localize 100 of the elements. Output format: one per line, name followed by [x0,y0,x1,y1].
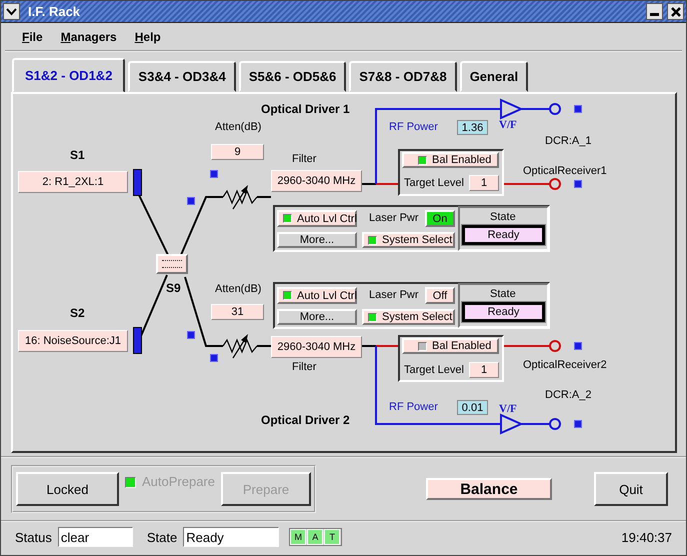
rf-power-value: 0.01 [457,400,488,415]
wire [503,183,550,185]
state-field[interactable]: Ready [183,527,280,547]
state-value: Ready [462,225,545,245]
tab[interactable]: S7&8 - OD7&8 [349,61,457,92]
switch-field[interactable]: 16: NoiseSource:J1 [18,330,128,352]
window-title: I.F. Rack [28,4,82,19]
switch-label: S2 [70,306,85,320]
tab[interactable]: General [460,61,528,92]
wire [521,108,550,110]
switch-bar[interactable] [133,327,142,354]
filter-field[interactable]: 2960-3040 MHz [271,336,362,358]
close-icon [670,6,680,16]
atten-field[interactable]: 9 [211,144,264,160]
quit-button[interactable]: Quit [594,472,668,506]
receiver-label: OpticalReceiver2 [523,358,607,372]
auto-level-toggle[interactable]: Auto Lvl Ctrl [277,287,357,304]
status-indicator-icon [210,170,218,178]
wire [257,196,271,198]
state-label: State [490,287,516,301]
chevron-icon [6,8,17,16]
status-indicator-icon [187,197,195,205]
tab[interactable]: S3&4 - OD3&4 [128,61,236,92]
bal-enabled-toggle[interactable]: Bal Enabled [402,152,499,168]
target-level-field[interactable]: 1 [469,175,499,191]
rf-power-label: RF Power [389,400,438,414]
atten-label: Atten(dB) [215,120,262,134]
status-indicator-icon [574,105,582,113]
laser-power-label: Laser Pwr [369,288,419,302]
mode-indicator: T [324,529,340,545]
atten-field[interactable]: 31 [211,304,264,320]
amplifier-icon [500,98,524,120]
menu-item[interactable]: Help [134,30,161,44]
tab[interactable]: S1&2 - OD1&2 [12,58,126,93]
connector-icon [549,178,561,190]
vf-label: V/F [499,402,517,416]
mode-indicator: M [290,529,306,545]
minimize-button[interactable] [646,3,663,20]
status-indicator-icon [210,354,218,362]
tab[interactable]: S5&6 - OD5&6 [238,61,346,92]
more-button[interactable]: More... [277,232,357,248]
auto-level-toggle[interactable]: Auto Lvl Ctrl [277,210,357,227]
connector-icon [549,103,561,115]
vf-label: V/F [499,118,517,132]
switch-field[interactable]: 2: R1_2XL:1 [18,171,128,193]
variable-resistor-icon [222,185,258,210]
checkbox[interactable] [283,214,292,223]
combiner-switch-button[interactable] [156,254,188,274]
target-level-label: Target Level [404,176,464,190]
wire [257,345,271,347]
filter-label: Filter [292,152,316,166]
checkbox[interactable] [368,236,377,244]
status-indicator-icon [187,331,195,339]
state-label: State [146,530,178,544]
wire [521,423,550,425]
filter-label: Filter [292,360,316,374]
laser-power-toggle[interactable]: Off [425,287,455,304]
state-value: Ready [462,302,545,322]
checkbox[interactable] [418,342,427,350]
target-level-field[interactable]: 1 [469,362,499,378]
checkbox[interactable] [418,156,427,164]
status-label: Status [15,530,52,544]
more-button[interactable]: More... [277,309,357,325]
variable-resistor-icon [222,334,258,358]
amplifier-icon [500,413,524,435]
system-select-toggle[interactable]: System Select [362,309,455,325]
balance-button[interactable]: Balance [426,478,552,500]
receiver-label: OpticalReceiver1 [523,164,607,178]
status-indicator-icon [574,420,582,428]
checkbox[interactable] [368,312,377,322]
mode-indicator: A [307,529,324,545]
dcr-label: DCR:A_1 [545,134,592,148]
wire [503,345,550,347]
window-menu-button[interactable] [3,3,20,20]
dcr-label: DCR:A_2 [545,388,592,402]
laser-power-label: Laser Pwr [369,211,419,225]
laser-power-toggle[interactable]: On [425,210,455,227]
status-indicator-icon [574,342,582,350]
checkbox[interactable] [283,291,292,300]
system-select-toggle[interactable]: System Select [362,232,455,248]
menu-item[interactable]: File [22,30,43,44]
bal-enabled-toggle[interactable]: Bal Enabled [402,338,499,354]
rf-power-label: RF Power [389,120,438,134]
status-indicator-icon [574,180,582,188]
auto-prepare-label: AutoPrepare [142,474,215,489]
connector-icon [549,340,561,352]
close-button[interactable] [667,3,684,20]
locked-button[interactable]: Locked [16,472,119,506]
switch-bar[interactable] [133,169,142,196]
switch-label: S1 [70,148,85,162]
target-level-label: Target Level [404,363,464,377]
rf-power-value: 1.36 [457,120,488,135]
clock-time: 19:40:37 [621,530,672,544]
atten-label: Atten(dB) [215,282,262,296]
filter-field[interactable]: 2960-3040 MHz [271,170,362,192]
driver-title: Optical Driver 1 [261,102,350,116]
state-label: State [490,210,516,224]
driver-title: Optical Driver 2 [261,413,350,427]
status-field[interactable]: clear [58,527,133,547]
menu-item[interactable]: Managers [60,30,117,44]
